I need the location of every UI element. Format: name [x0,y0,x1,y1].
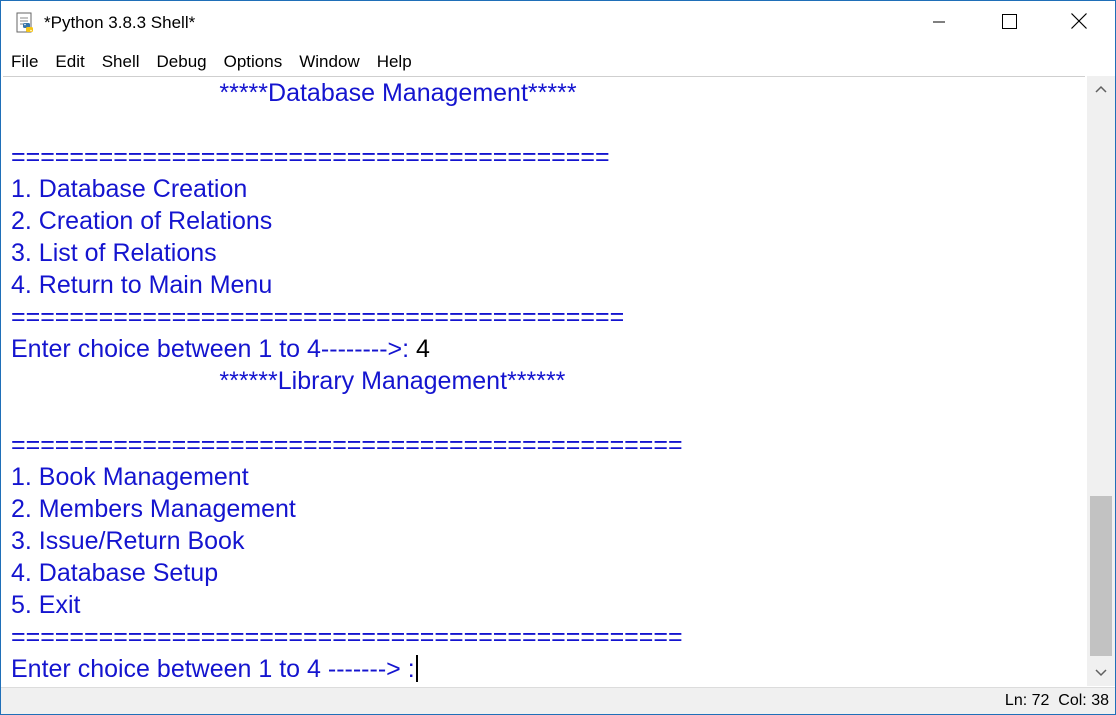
chevron-down-icon [1095,664,1107,682]
python-idle-icon [14,12,36,34]
menu-file[interactable]: File [4,48,45,76]
text-cursor [415,655,418,682]
shell-line: 4. Database Setup [11,559,219,587]
title-bar[interactable]: *Python 3.8.3 Shell* [1,1,1115,46]
scrollbar-thumb[interactable] [1090,496,1112,656]
minimize-icon [933,15,945,33]
shell-prompt-line[interactable]: Enter choice between 1 to 4 -------> : [11,653,418,685]
user-input: 4 [416,335,430,363]
close-icon [1071,13,1087,34]
shell-line: ========================================… [11,623,683,651]
status-bar: Ln: 72 Col: 38 [1,687,1115,714]
menu-edit[interactable]: Edit [48,48,91,76]
menu-shell[interactable]: Shell [95,48,147,76]
shell-text-area[interactable]: *****Database Management***** ==========… [3,76,1085,687]
chevron-up-icon [1095,80,1107,98]
shell-line: 4. Return to Main Menu [11,271,273,299]
shell-line: 1. Book Management [11,463,249,491]
minimize-button[interactable] [904,1,974,46]
menu-help[interactable]: Help [370,48,419,76]
shell-line: 2. Members Management [11,495,296,523]
close-button[interactable] [1044,1,1114,46]
menu-window[interactable]: Window [292,48,366,76]
menu-options[interactable]: Options [217,48,290,76]
scroll-down-button[interactable] [1087,660,1115,686]
idle-shell-window: *Python 3.8.3 Shell* File Edit Shell Deb… [0,0,1116,715]
window-title: *Python 3.8.3 Shell* [44,13,196,32]
shell-prompt-line: Enter choice between 1 to 4-------->: 4 [11,335,430,363]
shell-line: ========================================… [11,431,683,459]
line-column-indicator: Ln: 72 Col: 38 [1004,692,1109,709]
shell-line: *****Database Management***** [11,79,577,107]
scroll-up-button[interactable] [1087,76,1115,102]
shell-line: 2. Creation of Relations [11,207,273,235]
shell-line: ========================================… [11,143,610,171]
maximize-button[interactable] [974,1,1044,46]
shell-line: 5. Exit [11,591,81,619]
menu-bar: File Edit Shell Debug Options Window Hel… [1,48,1115,76]
shell-line: 1. Database Creation [11,175,248,203]
shell-line: 3. Issue/Return Book [11,527,245,555]
shell-line: 3. List of Relations [11,239,217,267]
shell-line: ========================================… [11,303,625,331]
shell-line: ******Library Management****** [11,367,566,395]
vertical-scrollbar[interactable] [1087,76,1115,686]
menu-debug[interactable]: Debug [150,48,214,76]
maximize-icon [1001,13,1017,34]
